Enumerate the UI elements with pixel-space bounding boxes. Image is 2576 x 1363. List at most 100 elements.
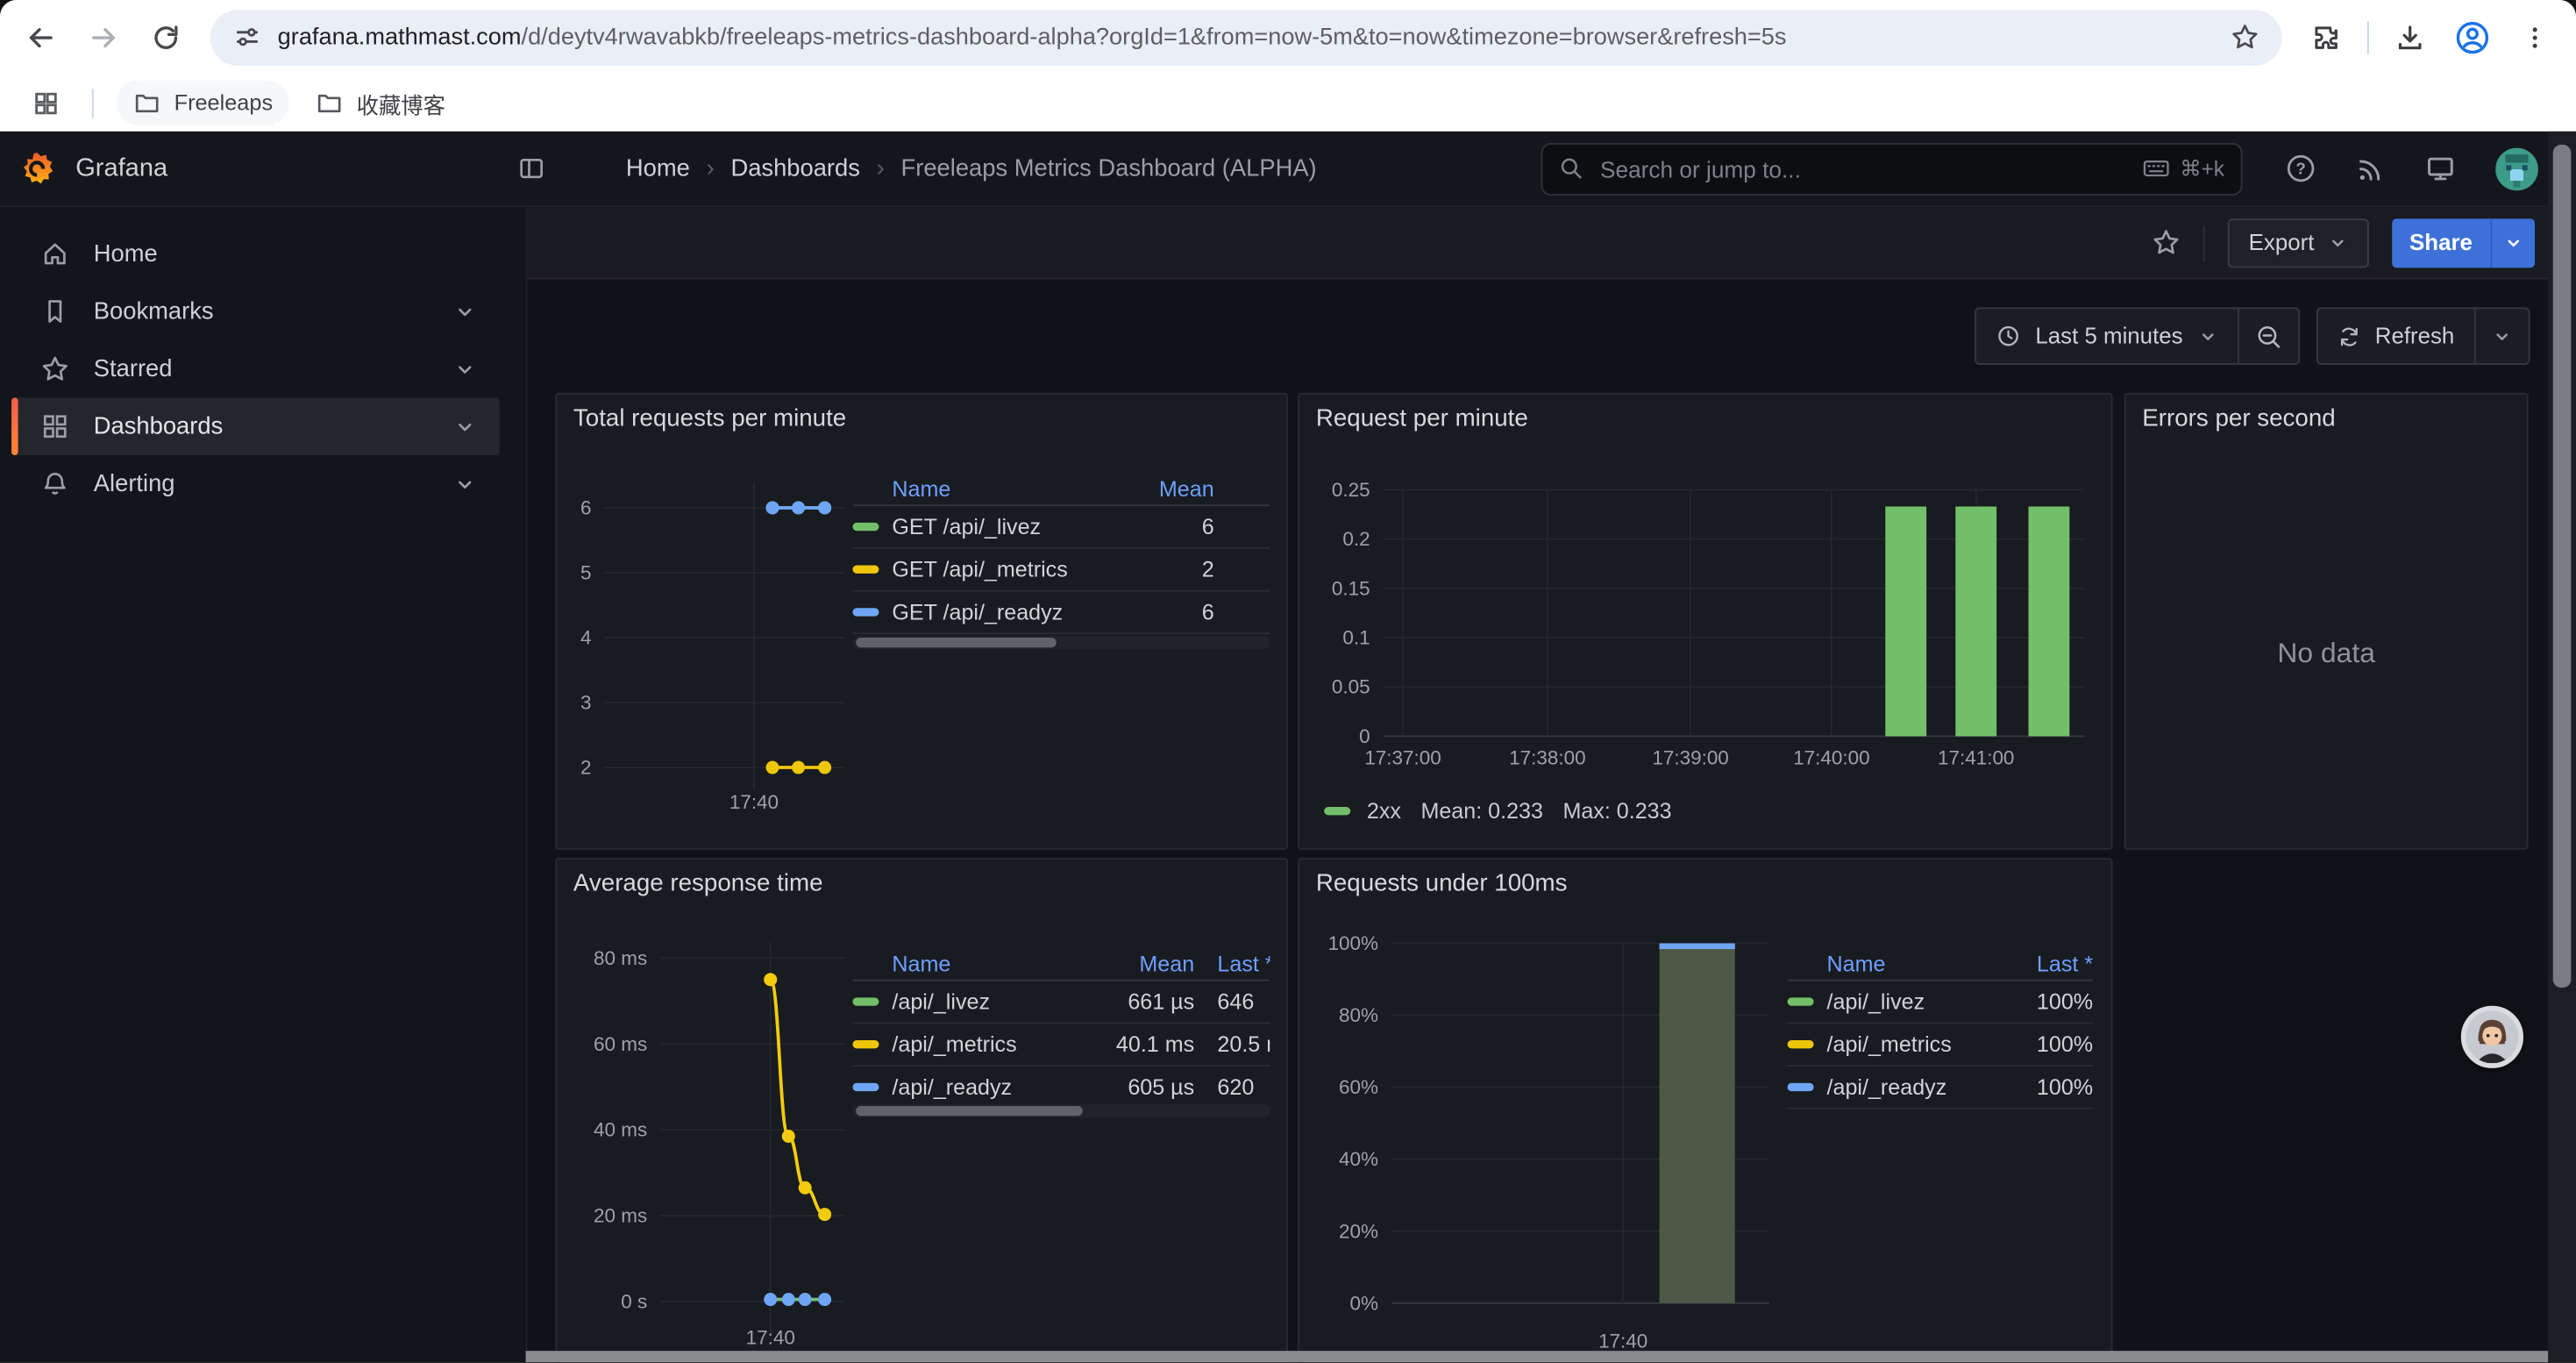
search-input[interactable] [1597,153,2129,183]
help-icon[interactable]: ? [2285,153,2316,184]
user-avatar[interactable] [2495,147,2538,190]
kebab-menu-icon [2522,24,2548,50]
sidebar-item-bookmarks[interactable]: Bookmarks [11,282,499,340]
legend-inline[interactable]: 2xx Mean: 0.233 Max: 0.233 [1324,799,1671,824]
legend-table: NameMeanLast */api/_livez661 µs646/api/_… [852,948,1270,1110]
panel-errors-per-second[interactable]: Errors per second No data [2124,393,2529,850]
panel-average-response-time[interactable]: Average response time 80 ms60 ms40 ms20 … [555,858,1288,1362]
legend-column-header: Name [892,952,1076,976]
site-settings-icon[interactable] [233,23,261,51]
bookmark-label: 收藏博客 [357,86,445,118]
legend-column-header: Name [892,476,1076,501]
forward-button[interactable] [75,9,132,65]
kiosk-monitor-icon[interactable] [2425,153,2457,184]
bookmark-folder-blogs[interactable]: 收藏博客 [299,78,461,127]
legend-row[interactable]: GET /api/_metrics2 [852,549,1270,592]
favorite-dashboard-icon[interactable] [2152,228,2180,256]
svg-text:4: 4 [580,626,592,648]
panel-title[interactable]: Errors per second [2142,406,2335,432]
panel-requests-under-100ms[interactable]: Requests under 100ms 100%80%60%40%20%0%1… [1298,858,2112,1362]
svg-text:80%: 80% [1339,1004,1378,1026]
cartoon-avatar-icon [2466,1010,2518,1063]
browser-menu-button[interactable] [2507,9,2563,65]
bookmark-page-icon[interactable] [2231,23,2259,51]
chevron-down-icon [2492,326,2511,346]
legend-row[interactable]: /api/_livez100% [1788,981,2094,1024]
export-button[interactable]: Export [2227,218,2368,267]
folder-icon [316,89,344,117]
chevron-down-icon[interactable] [453,473,476,496]
sidebar-item-label: Home [94,240,158,267]
news-rss-icon[interactable] [2356,153,2386,183]
bookmark-folder-freeleaps[interactable]: Freeleaps [117,81,289,125]
toolbar-divider [2367,20,2369,53]
sidebar-item-home[interactable]: Home [11,225,499,283]
breadcrumb-home[interactable]: Home [626,155,690,182]
chevron-down-icon[interactable] [453,300,476,323]
legend-row[interactable]: /api/_readyz605 µs620 [852,1067,1270,1110]
series-name: GET /api/_livez [892,514,1076,539]
sidebar-item-dashboards[interactable]: Dashboards [11,397,499,455]
downloads-button[interactable] [2382,9,2438,65]
refresh-button[interactable]: Refresh [2317,309,2474,363]
series-name: /api/_readyz [1827,1074,1998,1099]
share-menu-button[interactable] [2491,218,2536,267]
legend-row[interactable]: /api/_metrics40.1 ms20.5 ms [852,1024,1270,1067]
legend-scrollbar[interactable] [852,1104,1270,1117]
sidebar-item-label: Bookmarks [94,298,214,325]
search-box[interactable]: ⌘+k [1541,142,2243,195]
nav-icons: ? [2243,147,2576,190]
time-range-group: Last 5 minutes [1975,307,2299,365]
zoom-out-icon [2255,323,2281,349]
apps-grid-button[interactable] [23,80,68,125]
collapse-sidebar-icon[interactable] [517,154,545,182]
svg-text:20 ms: 20 ms [594,1205,647,1227]
url-bar[interactable]: grafana.mathmast.com/d/deytv4rwavabkb/fr… [210,9,2282,65]
sidebar-item-alerting[interactable]: Alerting [11,455,499,513]
breadcrumb-separator: › [877,155,885,182]
chevron-down-icon[interactable] [453,358,476,381]
sidebar-nav: Home Bookmarks Starred Dashboards [0,207,527,1362]
legend-table: NameMeanGET /api/_livez6GET /api/_metric… [852,474,1270,635]
back-button[interactable] [13,9,69,65]
time-range-picker[interactable]: Last 5 minutes [1976,309,2237,363]
time-controls: Last 5 minutes Refresh [1975,307,2530,365]
legend-header: NameLast * [1788,948,2094,981]
breadcrumb-dashboards[interactable]: Dashboards [730,155,859,182]
legend-row[interactable]: /api/_livez661 µs646 [852,981,1270,1024]
legend-header: NameMean [852,474,1270,506]
chevron-down-icon [2327,232,2346,252]
url-text: grafana.mathmast.com/d/deytv4rwavabkb/fr… [278,24,2215,50]
reload-button[interactable] [138,9,194,65]
extensions-button[interactable] [2298,9,2354,65]
legend-header: NameMeanLast * [852,948,1270,981]
svg-text:5: 5 [580,561,592,583]
legend-scrollbar[interactable] [852,636,1270,649]
sidebar-item-starred[interactable]: Starred [11,340,499,398]
svg-text:17:41:00: 17:41:00 [1938,746,2014,768]
refresh-interval-button[interactable] [2476,309,2529,363]
browser-window: grafana.mathmast.com/d/deytv4rwavabkb/fr… [0,0,2576,1362]
series-value: 605 µs [1076,1074,1194,1099]
zoom-out-button[interactable] [2238,309,2297,363]
profile-button[interactable] [2444,9,2501,65]
keyboard-icon [2142,154,2170,182]
page-scrollbar[interactable] [2548,132,2576,1362]
svg-text:40%: 40% [1339,1148,1378,1170]
legend-row[interactable]: GET /api/_livez6 [852,506,1270,549]
legend-column-header: Last * [1217,952,1270,976]
refresh-icon [2338,325,2360,347]
series-label[interactable]: 2xx [1367,799,1401,824]
share-button[interactable]: Share [2391,218,2490,267]
panel-total-requests[interactable]: Total requests per minute 6543217:40 Nam… [555,393,1288,850]
legend-row[interactable]: /api/_readyz100% [1788,1067,2094,1110]
scrollbar-thumb[interactable] [2553,145,2572,988]
chevron-down-icon[interactable] [453,415,476,438]
legend-row[interactable]: GET /api/_readyz6 [852,592,1270,635]
svg-text:0.05: 0.05 [1332,676,1370,698]
svg-text:17:40:00: 17:40:00 [1793,746,1869,768]
legend-row[interactable]: /api/_metrics100% [1788,1024,2094,1067]
floating-assistant-avatar[interactable] [2461,1006,2523,1068]
horizontal-scrollbar[interactable] [526,1351,2549,1362]
panel-request-per-minute[interactable]: Request per minute 0.250.20.150.10.05017… [1298,393,2112,850]
